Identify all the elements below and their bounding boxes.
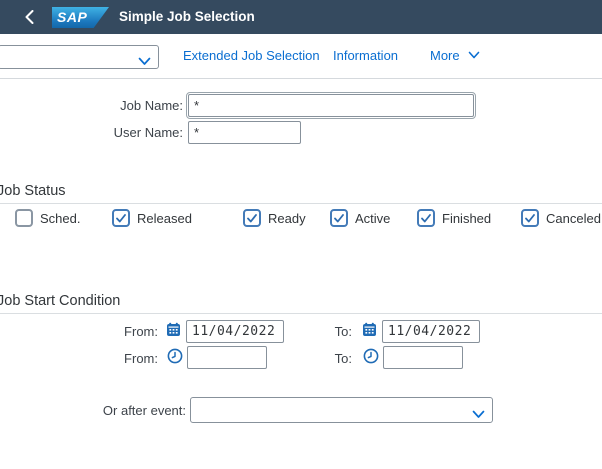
checkbox-label: Ready [268,211,306,226]
clock-icon[interactable] [363,348,379,369]
checkbox-box[interactable] [521,209,539,227]
calendar-icon[interactable] [362,322,377,342]
job-start-condition-heading: Job Start Condition [0,293,120,309]
checkbox-box[interactable] [112,209,130,227]
back-button[interactable] [20,8,38,26]
chevron-left-icon [25,10,34,24]
variant-combobox[interactable] [0,45,159,69]
sap-logo-text: SAP [57,9,87,25]
date-to-input[interactable] [382,320,480,343]
date-from-input[interactable] [186,320,284,343]
checkbox-released[interactable]: Released [112,209,192,227]
checkbox-box[interactable] [243,209,261,227]
information-link[interactable]: Information [333,34,398,78]
more-menu-label: More [430,48,460,63]
checkbox-label: Released [137,211,192,226]
chevron-down-icon[interactable] [472,406,485,424]
job-name-label: Job Name: [0,98,183,113]
user-name-label: User Name: [0,125,183,140]
checkbox-box[interactable] [417,209,435,227]
checkbox-box[interactable] [15,209,33,227]
section-divider [0,203,602,204]
main-content: Job Name: User Name: Job Status Sched. R… [0,79,602,469]
sap-logo: SAP [52,7,109,28]
extended-job-selection-link[interactable]: Extended Job Selection [183,34,320,78]
checkbox-canceled[interactable]: Canceled [521,209,601,227]
checkbox-label: Active [355,211,390,226]
checkbox-label: Finished [442,211,491,226]
or-after-event-label: Or after event: [0,403,186,418]
section-divider [0,313,602,314]
checkbox-box[interactable] [330,209,348,227]
or-after-event-combobox[interactable] [190,397,493,423]
or-after-event-input[interactable] [192,399,472,421]
user-name-input[interactable] [188,121,301,144]
variant-combobox-input[interactable] [0,47,138,67]
job-status-heading: Job Status [0,183,66,199]
time-from-label: From: [0,351,158,366]
job-name-input[interactable] [188,94,474,117]
time-from-input[interactable] [187,346,267,369]
date-from-label: From: [0,324,158,339]
simple-job-selection-screen: SAP Simple Job Selection Extended Job Se… [0,0,602,469]
time-to-label: To: [308,351,352,366]
checkbox-finished[interactable]: Finished [417,209,491,227]
toolbar: Extended Job Selection Information More [0,34,602,79]
checkbox-ready[interactable]: Ready [243,209,306,227]
checkbox-active[interactable]: Active [330,209,390,227]
shell-header: SAP Simple Job Selection [0,0,602,34]
calendar-icon[interactable] [166,322,181,342]
more-menu-button[interactable]: More [430,34,480,78]
checkbox-label: Sched. [40,211,80,226]
page-title: Simple Job Selection [119,0,255,34]
checkbox-sched[interactable]: Sched. [15,209,80,227]
checkbox-label: Canceled [546,211,601,226]
clock-icon[interactable] [167,348,183,369]
time-to-input[interactable] [383,346,463,369]
chevron-down-icon[interactable] [138,53,151,71]
chevron-down-icon [468,33,480,77]
date-to-label: To: [308,324,352,339]
